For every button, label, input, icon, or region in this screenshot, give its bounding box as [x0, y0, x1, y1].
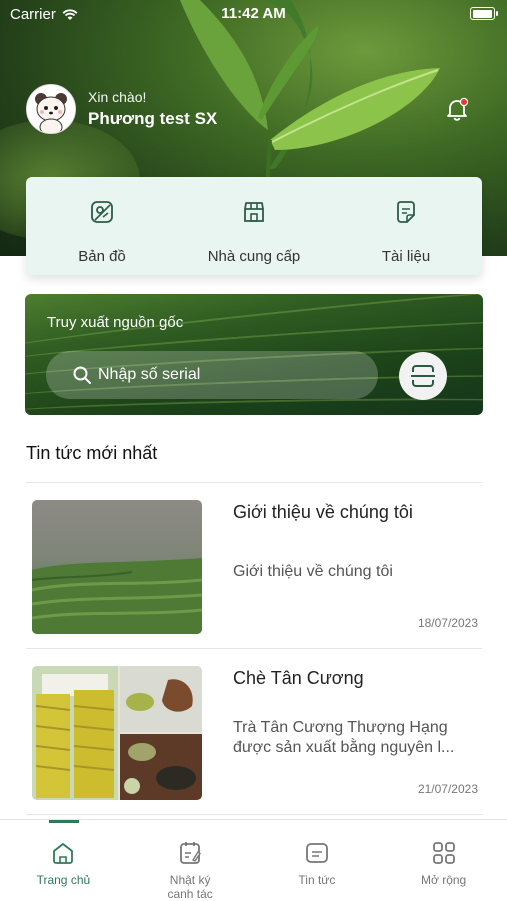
tab-farming-journal[interactable]: Nhật ký canh tác [127, 820, 254, 901]
quick-action-documents-label: Tài liệu [381, 248, 431, 265]
notification-dot [459, 97, 469, 107]
quick-action-supplier-label: Nhà cung cấp [207, 248, 301, 265]
divider [26, 648, 482, 649]
tab-news[interactable]: Tin tức [254, 820, 381, 901]
news-title: Giới thiệu về chúng tôi [233, 502, 413, 522]
user-name: Phương test SX [88, 109, 218, 128]
tab-home-label: Trang chủ [36, 873, 91, 887]
news-description: Trà Tân Cương Thượng Hạng được sản xuất … [233, 719, 455, 756]
tab-more[interactable]: Mở rộng [380, 820, 507, 901]
clock: 11:42 AM [221, 5, 286, 22]
home-icon [53, 843, 74, 864]
news-icon [305, 843, 328, 863]
status-bar: Carrier 11:42 AM [0, 0, 507, 28]
map-icon [91, 201, 113, 223]
battery-icon [470, 7, 498, 20]
bell-icon [447, 97, 469, 121]
tab-news-label: Tin tức [298, 873, 336, 887]
search-icon [73, 366, 91, 384]
traceability-title: Truy xuất nguồn gốc [47, 314, 184, 331]
avatar[interactable] [26, 84, 76, 134]
quick-action-map[interactable]: Bản đồ [26, 177, 178, 275]
news-item[interactable]: Giới thiệu về chúng tôi Giới thiệu về ch… [26, 500, 482, 634]
scan-icon [411, 365, 435, 387]
notification-button[interactable] [444, 96, 470, 122]
panda-avatar-icon [27, 85, 75, 133]
news-thumbnail [32, 666, 202, 800]
news-section-title: Tin tức mới nhất [26, 443, 158, 463]
grid-icon [432, 842, 455, 864]
news-title: Chè Tân Cương [233, 668, 364, 688]
news-item[interactable]: Chè Tân Cương Trà Tân Cương Thượng Hạng … [26, 666, 482, 800]
divider [26, 482, 482, 483]
journal-icon [180, 842, 202, 864]
news-date: 21/07/2023 [417, 782, 478, 796]
greeting-text: Xin chào! [88, 89, 147, 105]
scan-button[interactable] [399, 352, 447, 400]
news-date: 18/07/2023 [417, 616, 478, 630]
traceability-card: Truy xuất nguồn gốc Nhập số serial [25, 294, 483, 415]
document-icon [397, 201, 415, 223]
quick-action-documents[interactable]: Tài liệu [330, 177, 482, 275]
quick-action-map-label: Bản đồ [78, 248, 126, 265]
tab-home[interactable]: Trang chủ [0, 820, 127, 901]
bottom-tab-bar: Trang chủ Nhật ký canh tác Tin tức Mở rộ… [0, 819, 507, 901]
news-description: Giới thiệu về chúng tôi [233, 563, 393, 580]
serial-search-placeholder: Nhập số serial [98, 366, 201, 383]
quick-actions-panel: Bản đồ Nhà cung cấp Tài liệu [26, 177, 482, 275]
news-thumbnail [32, 500, 202, 634]
divider [26, 814, 482, 815]
quick-action-supplier[interactable]: Nhà cung cấp [178, 177, 330, 275]
user-greeting: Xin chào! Phương test SX [26, 84, 217, 134]
store-icon [244, 202, 264, 222]
tab-more-label: Mở rộng [421, 873, 467, 887]
tab-farming-journal-label: Nhật ký canh tác [167, 873, 213, 901]
serial-search-input[interactable]: Nhập số serial [46, 351, 378, 399]
